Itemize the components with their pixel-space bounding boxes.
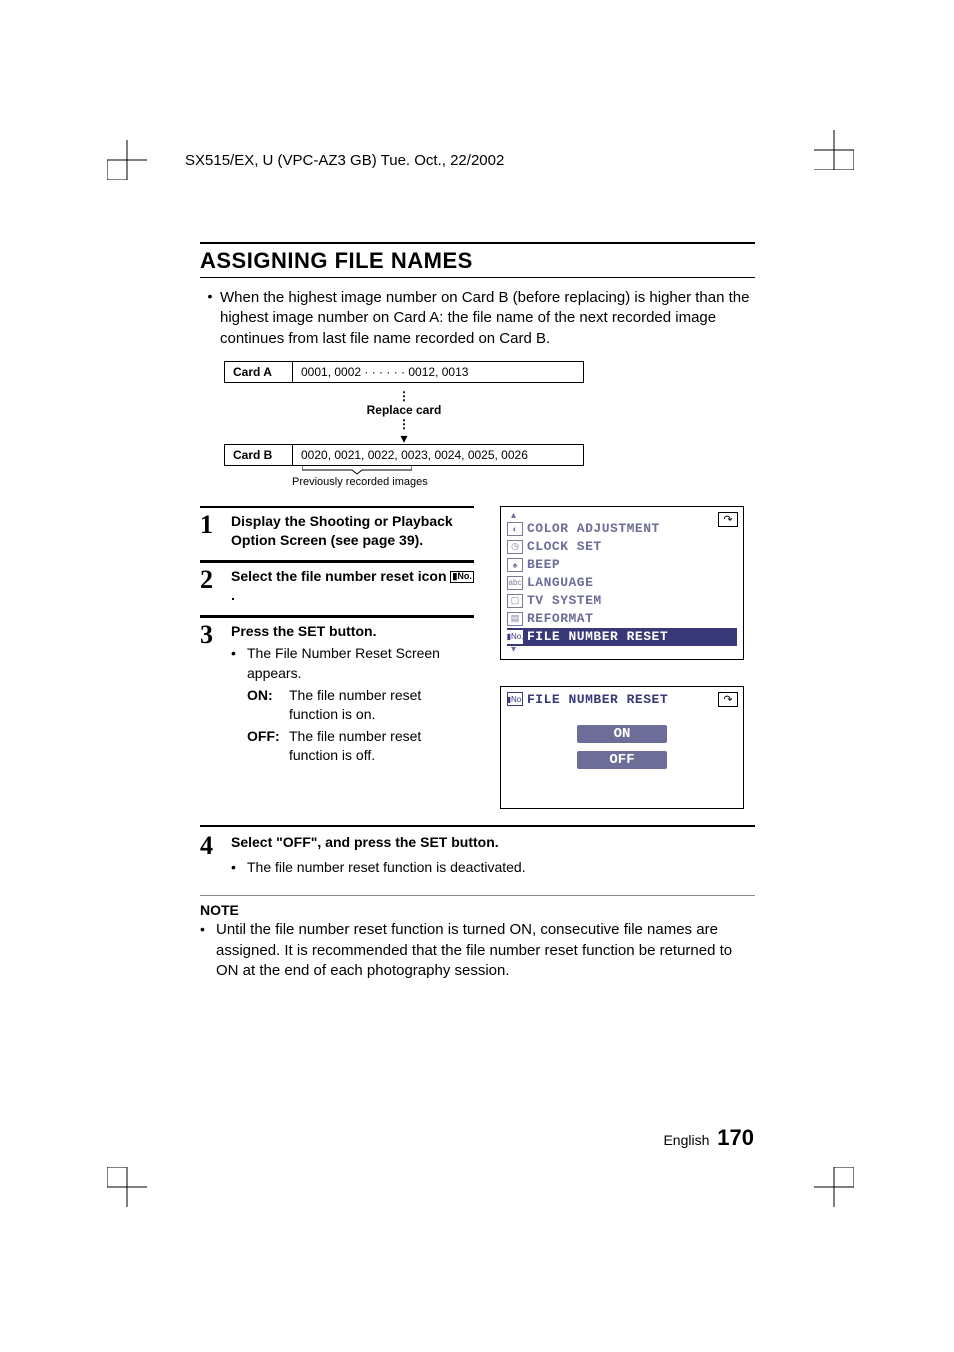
card-diagram: Card A 0001, 0002 · · · · · · 0012, 0013…: [224, 361, 584, 488]
menu-item-language: abc LANGUAGE: [507, 574, 737, 592]
file-number-reset-screen: ↷ ▮No. FILE NUMBER RESET ON OFF: [500, 686, 744, 809]
bullet-icon: •: [200, 920, 216, 981]
card-b-label: Card B: [225, 445, 293, 465]
on-label: ON:: [247, 686, 289, 725]
page-number: 170: [717, 1125, 754, 1150]
menu-item-clock-set: ◷ CLOCK SET: [507, 538, 737, 556]
bullet-icon: •: [231, 644, 247, 683]
off-label: OFF:: [247, 727, 289, 766]
step-4: 4 Select "OFF", and press the SET button…: [200, 827, 755, 877]
menu-item-reformat: ▤ REFORMAT: [507, 610, 737, 628]
card-a-values: 0001, 0002 · · · · · · 0012, 0013: [293, 362, 583, 382]
scroll-up-icon: ▴: [507, 512, 737, 520]
step-number-4: 4: [200, 833, 230, 877]
file-number-reset-icon: ▮No.: [507, 630, 523, 644]
step-1-title: Display the Shooting or Playback Option …: [231, 512, 474, 550]
step-1: 1 Display the Shooting or Playback Optio…: [200, 506, 474, 550]
step-number-1: 1: [200, 512, 230, 550]
menu-item-file-number-reset: ▮No. FILE NUMBER RESET: [507, 628, 737, 646]
scroll-down-icon: ▾: [507, 646, 737, 654]
on-text: The file number reset function is on.: [289, 686, 474, 725]
replace-card-label: ⋮ Replace card ⋮: [224, 383, 584, 433]
crop-mark-bl: [107, 1167, 147, 1212]
bullet-icon: •: [231, 858, 247, 878]
menu-item-color-adjustment: ◐ COLOR ADJUSTMENT: [507, 520, 737, 538]
color-adjustment-icon: ◐: [507, 522, 523, 536]
off-option: OFF: [577, 751, 667, 769]
step-3: 3 Press the SET button. • The File Numbe…: [200, 616, 474, 766]
page-title: ASSIGNING FILE NAMES: [200, 242, 755, 278]
off-text: The file number reset function is off.: [289, 727, 474, 766]
crop-mark-tr: [814, 130, 854, 175]
tv-icon: ▢: [507, 594, 523, 608]
step-3-title: Press the SET button.: [231, 622, 474, 641]
clock-icon: ◷: [507, 540, 523, 554]
intro-text: When the highest image number on Card B …: [220, 288, 755, 349]
file-number-reset-icon: ▮No.: [507, 692, 523, 706]
language-icon: abc: [507, 576, 523, 590]
on-option: ON: [577, 725, 667, 743]
beep-icon: ♠: [507, 558, 523, 572]
header-line: SX515/EX, U (VPC-AZ3 GB) Tue. Oct., 22/2…: [185, 152, 504, 169]
menu-item-tv-system: ▢ TV SYSTEM: [507, 592, 737, 610]
card-b-values: 0020, 0021, 0022, 0023, 0024, 0025, 0026: [293, 445, 583, 465]
menu-item-beep: ♠ BEEP: [507, 556, 737, 574]
note-title: NOTE: [200, 902, 755, 918]
diagram-row-b: Card B 0020, 0021, 0022, 0023, 0024, 002…: [224, 444, 584, 466]
arrow-down-icon: ▾: [224, 433, 584, 444]
note-text: Until the file number reset function is …: [216, 920, 755, 981]
crop-mark-tl: [107, 140, 147, 185]
step-4-title: Select "OFF", and press the SET button.: [231, 833, 526, 852]
step-number-3: 3: [200, 622, 230, 766]
exit-icon: ↷: [718, 512, 738, 527]
screen2-title: FILE NUMBER RESET: [527, 692, 668, 707]
exit-icon: ↷: [718, 692, 738, 707]
reformat-icon: ▤: [507, 612, 523, 626]
file-number-reset-icon: ▮No.: [450, 571, 473, 583]
crop-mark-br: [814, 1167, 854, 1212]
page-footer: English 170: [663, 1125, 754, 1151]
step-number-2: 2: [200, 567, 230, 605]
option-screen: ↷ ▴ ◐ COLOR ADJUSTMENT ◷ CLOCK SET ♠ BEE…: [500, 506, 744, 660]
step-4-sub-1: The file number reset function is deacti…: [247, 858, 526, 878]
bullet-icon: •: [200, 288, 220, 349]
footer-language: English: [663, 1132, 709, 1148]
card-a-label: Card A: [225, 362, 293, 382]
step-2: 2 Select the file number reset icon ▮No.…: [200, 561, 474, 605]
step-2-title: Select the file number reset icon ▮No..: [231, 567, 474, 605]
brace-icon: [302, 466, 412, 476]
diagram-row-a: Card A 0001, 0002 · · · · · · 0012, 0013: [224, 361, 584, 383]
step-3-sub-1: The File Number Reset Screen appears.: [247, 644, 474, 683]
